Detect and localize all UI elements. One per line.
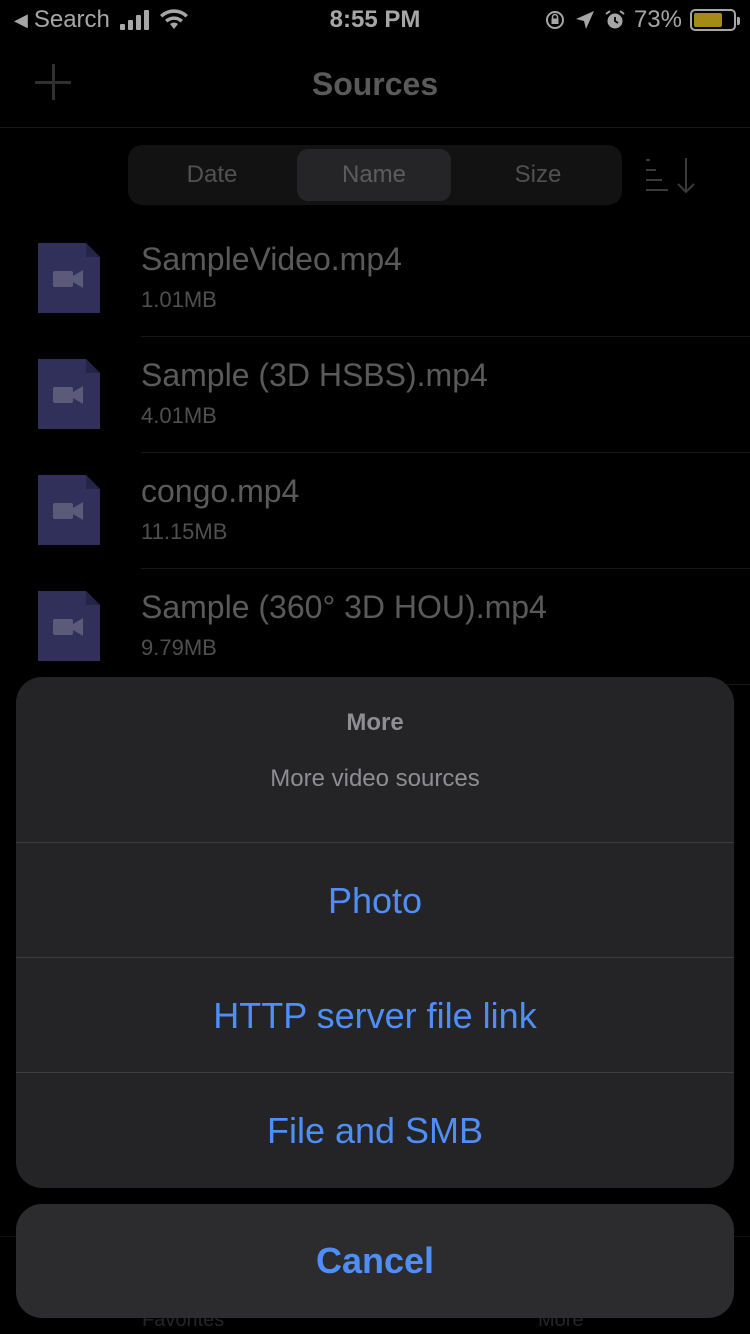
- action-sheet-header: More More video sources: [16, 677, 734, 843]
- action-sheet-title: More: [346, 709, 404, 736]
- cancel-button[interactable]: Cancel: [16, 1204, 734, 1318]
- file-and-smb-action-button[interactable]: File and SMB: [16, 1073, 734, 1188]
- action-sheet: More More video sources Photo HTTP serve…: [16, 677, 734, 1188]
- action-sheet-message: More video sources: [270, 765, 480, 792]
- photo-action-button[interactable]: Photo: [16, 843, 734, 958]
- http-server-link-action-button[interactable]: HTTP server file link: [16, 958, 734, 1073]
